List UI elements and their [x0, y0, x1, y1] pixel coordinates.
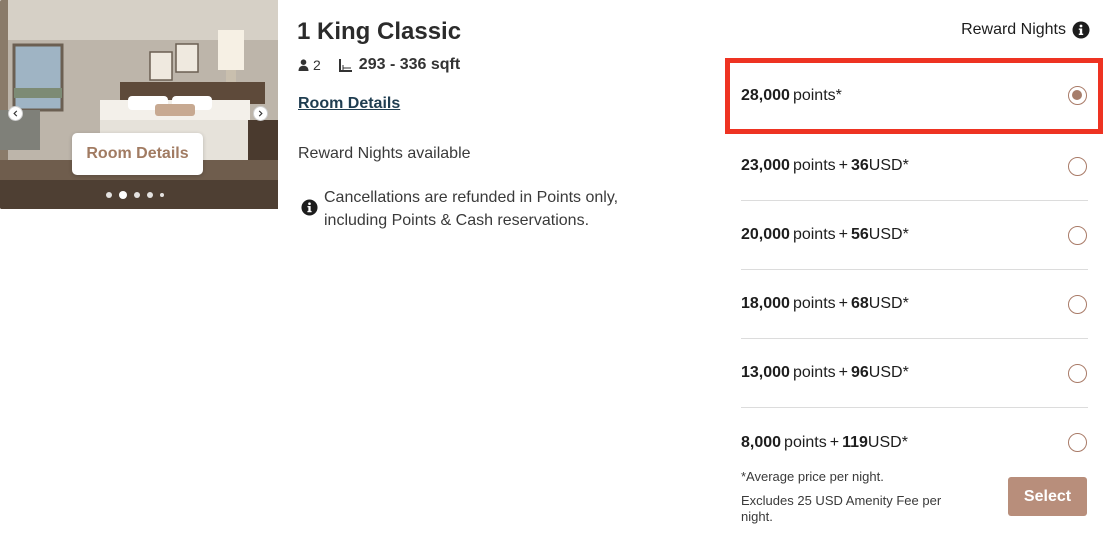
rate-cash: 36: [850, 157, 869, 174]
rate-points: 18,000: [741, 295, 790, 312]
rate-currency: USD*: [868, 364, 909, 381]
rate-points: 23,000: [741, 157, 790, 174]
rate-radio[interactable]: [1068, 156, 1087, 176]
carousel-next-button[interactable]: [253, 106, 268, 121]
price-footnote: *Average price per night.: [741, 469, 884, 484]
rate-option-row[interactable]: 13,000 points + 96 USD*: [741, 339, 1088, 408]
rate-points: 28,000: [741, 86, 790, 104]
rate-plus-sign: +: [838, 295, 848, 312]
carousel-dot-active[interactable]: [119, 191, 127, 199]
rate-option-row[interactable]: 28,000 points*: [741, 61, 1088, 130]
chevron-right-icon: [258, 110, 263, 117]
room-details-link[interactable]: Room Details: [298, 95, 400, 113]
rate-option-row[interactable]: 20,000 points + 56 USD*: [741, 201, 1088, 270]
room-size-icon: [338, 59, 352, 72]
rate-plus-sign: +: [838, 226, 848, 243]
rate-points: 8,000: [741, 433, 782, 451]
rate-plus-sign: +: [838, 157, 848, 174]
rate-points: 20,000: [741, 226, 790, 243]
rate-points-suffix: points: [792, 295, 836, 312]
rate-radio[interactable]: [1068, 433, 1087, 452]
rate-currency: USD*: [868, 157, 909, 174]
cancellation-note: Cancellations are refunded in Points onl…: [324, 189, 619, 229]
select-button[interactable]: Select: [1008, 477, 1087, 516]
rate-cash: 68: [850, 295, 869, 312]
rate-radio-selected[interactable]: [1068, 86, 1087, 105]
rate-points-suffix: points: [792, 226, 836, 243]
room-size: 293 - 336 sqft: [358, 56, 461, 73]
rate-cash: 96: [850, 364, 869, 381]
rate-option-row[interactable]: 18,000 points + 68 USD*: [741, 270, 1088, 339]
carousel-dot[interactable]: [106, 192, 112, 198]
rate-points-suffix: points: [792, 364, 836, 381]
amenity-fee-note: Excludes 25 USD Amenity Fee per night.: [741, 493, 942, 524]
rate-points-suffix: points: [784, 433, 827, 451]
room-photo-carousel[interactable]: Room Details: [0, 0, 278, 209]
rate-radio[interactable]: [1068, 363, 1087, 383]
room-title: 1 King Classic: [297, 18, 462, 45]
carousel-dots: [106, 191, 164, 199]
rate-points: 13,000: [741, 364, 790, 381]
room-photo: [0, 0, 278, 209]
rate-cash: 56: [850, 226, 869, 243]
rate-radio[interactable]: [1068, 225, 1087, 245]
carousel-dot[interactable]: [134, 192, 140, 198]
rate-currency: USD*: [868, 295, 909, 312]
rate-points-suffix: points: [792, 157, 836, 174]
rate-type-label: Reward Nights: [961, 21, 1066, 38]
carousel-dot[interactable]: [147, 192, 153, 198]
occupancy-count: 2: [313, 57, 321, 73]
info-icon: [301, 199, 318, 216]
rate-currency: USD*: [867, 433, 908, 451]
carousel-dot[interactable]: [160, 193, 164, 197]
rate-plus-sign: +: [829, 433, 840, 451]
rate-points-suffix: points*: [792, 86, 842, 104]
room-details-overlay-button[interactable]: Room Details: [72, 133, 203, 175]
room-meta: 2 293 - 336 sqft: [298, 56, 460, 74]
chevron-left-icon: [13, 110, 18, 117]
rate-type-header: Reward Nights: [961, 21, 1090, 39]
rate-radio[interactable]: [1068, 294, 1087, 314]
rate-currency: USD*: [868, 226, 909, 243]
rate-plus-sign: +: [838, 364, 848, 381]
rate-option-row[interactable]: 8,000 points + 119 USD*: [741, 408, 1088, 477]
availability-text: Reward Nights available: [298, 145, 471, 162]
carousel-prev-button[interactable]: [8, 106, 23, 121]
info-icon[interactable]: [1072, 21, 1090, 39]
rate-option-row[interactable]: 23,000 points + 36 USD*: [741, 132, 1088, 201]
guest-icon: [298, 59, 309, 71]
rate-cash: 119: [842, 433, 868, 451]
